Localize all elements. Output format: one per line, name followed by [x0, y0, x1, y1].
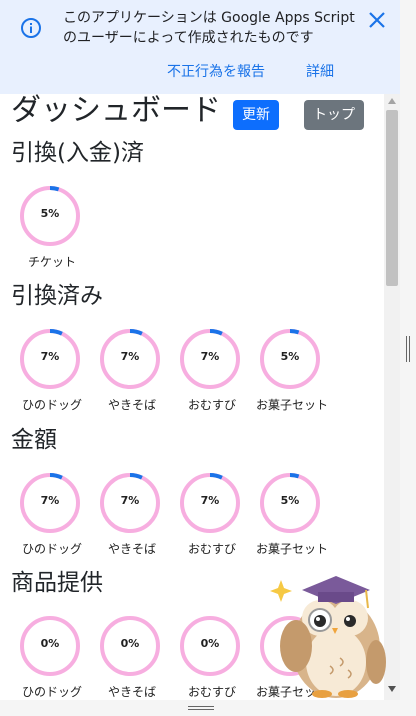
gauge-label: お菓子セット	[255, 542, 328, 556]
section-title: 商品提供	[11, 570, 103, 596]
gauge-percent: 5%	[40, 207, 60, 220]
report-abuse-link[interactable]: 不正行為を報告	[167, 61, 265, 81]
gauge-percent: 7%	[120, 494, 140, 507]
gauge-label: ひのドッグ	[21, 542, 82, 556]
gauge-percent: 5%	[280, 350, 300, 363]
gauge-percent: 0%	[40, 637, 60, 650]
section-title: 引換済み	[11, 283, 103, 309]
gauge-percent: 5%	[280, 494, 300, 507]
gas-warning-banner: このアプリケーションは Google Apps Script のユーザーによって…	[0, 0, 400, 94]
gauge-label: やきそば	[107, 542, 156, 556]
horizontal-grip-icon[interactable]	[188, 706, 214, 710]
top-button[interactable]: トップ	[304, 100, 364, 130]
gauge-card: 7% ひのドッグ	[19, 328, 99, 412]
section-title: 金額	[11, 427, 57, 453]
scroll-down-arrow-icon[interactable]	[388, 686, 396, 692]
gauge-label: お菓子セット	[255, 398, 328, 412]
scroll-up-arrow-icon[interactable]	[388, 98, 396, 104]
gauge-card: 5% お菓子セット	[256, 472, 339, 556]
gauge-card: 0% おむすび	[179, 615, 259, 699]
info-icon	[21, 18, 41, 38]
gauge-label: やきそば	[107, 685, 156, 699]
vertical-grip-icon[interactable]	[406, 336, 410, 362]
gauge-percent: 7%	[40, 350, 60, 363]
gauge-label: やきそば	[107, 398, 156, 412]
gauge-label: ひのドッグ	[21, 398, 82, 412]
section-title: 引換(入金)済	[11, 140, 144, 166]
gauge-percent: 7%	[200, 350, 220, 363]
gauge-percent: 0%	[200, 637, 220, 650]
gauge-card: 7% やきそば	[99, 472, 179, 556]
details-link[interactable]: 詳細	[306, 61, 334, 81]
gauge-label: ひのドッグ	[21, 685, 82, 699]
page-title: ダッシュボード	[11, 94, 221, 128]
gauge-percent: 7%	[120, 350, 140, 363]
close-icon[interactable]	[366, 9, 388, 31]
owl-mascot-icon	[270, 576, 386, 698]
side-resize-gutter[interactable]	[400, 0, 416, 716]
gauge-card: 7% やきそば	[99, 328, 179, 412]
gauge-label: おむすび	[187, 685, 236, 699]
gauge-card: 7% ひのドッグ	[19, 472, 99, 556]
refresh-button[interactable]: 更新	[233, 100, 279, 130]
gauge-card: 7% おむすび	[179, 328, 259, 412]
gauge-percent: 7%	[200, 494, 220, 507]
scrollbar-thumb[interactable]	[386, 110, 398, 286]
gauge-label: おむすび	[187, 398, 236, 412]
gauge-label: チケット	[27, 255, 76, 269]
gauge-card: 5% チケット	[19, 185, 99, 269]
gauge-percent: 0%	[120, 637, 140, 650]
gauge-card: 0% やきそば	[99, 615, 179, 699]
banner-message: このアプリケーションは Google Apps Script のユーザーによって…	[63, 10, 355, 46]
gauge-card: 7% おむすび	[179, 472, 259, 556]
gauge-percent: 7%	[40, 494, 60, 507]
bottom-resize-bar[interactable]	[0, 700, 416, 716]
gauge-label: おむすび	[187, 542, 236, 556]
gauge-card: 0% ひのドッグ	[19, 615, 99, 699]
gauge-card: 5% お菓子セット	[256, 328, 339, 412]
